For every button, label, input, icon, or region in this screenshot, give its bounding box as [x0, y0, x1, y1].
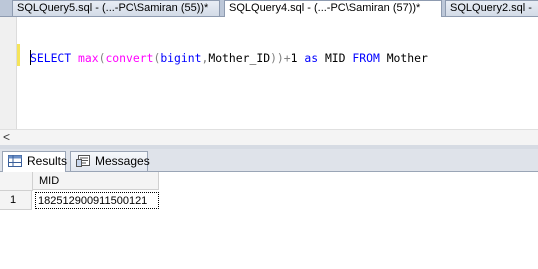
- tab-messages[interactable]: Messages: [70, 151, 150, 171]
- alias-name: MID: [324, 51, 346, 65]
- plus-operator: +: [283, 51, 291, 65]
- grid-icon: [8, 155, 22, 167]
- unsaved-change-marker: [17, 44, 20, 66]
- keyword-from: FROM: [352, 51, 380, 65]
- function-max: max: [78, 51, 99, 65]
- results-tab-bar: Results Messages: [0, 149, 538, 172]
- messages-icon: [76, 155, 90, 167]
- grid-cell[interactable]: 182512900911500121: [35, 192, 159, 209]
- tab-messages-label: Messages: [95, 154, 150, 168]
- row-header[interactable]: 1: [0, 191, 32, 210]
- tab-sqlquery2[interactable]: SQLQuery2.sql -: [445, 0, 538, 16]
- document-tab-strip: SQLQuery5.sql - (...-PC\Samiran (55))* S…: [0, 0, 538, 17]
- grid-corner[interactable]: [0, 172, 33, 191]
- paren-close: )): [270, 51, 284, 65]
- tab-results-label: Results: [27, 154, 68, 168]
- literal-one: 1: [290, 51, 298, 65]
- keyword-as: as: [304, 51, 319, 65]
- editor-gutter: [0, 17, 17, 129]
- function-convert: convert: [105, 51, 154, 65]
- tab-results[interactable]: Results: [2, 151, 68, 172]
- tab-sqlquery5[interactable]: SQLQuery5.sql - (...-PC\Samiran (55))*: [12, 0, 220, 16]
- column-name: Mother_ID: [208, 51, 271, 65]
- query-editor[interactable]: SELECT max(convert(bigint,Mother_ID))+1 …: [0, 17, 538, 129]
- results-grid[interactable]: MID 1 182512900911500121: [0, 172, 538, 269]
- tab-sqlquery4[interactable]: SQLQuery4.sql - (...-PC\Samiran (57))*: [224, 0, 442, 17]
- scroll-left-icon[interactable]: <: [3, 130, 10, 145]
- column-header-mid[interactable]: MID: [33, 172, 159, 190]
- keyword-select: SELECT: [30, 51, 72, 65]
- horizontal-scrollbar[interactable]: <: [0, 129, 538, 145]
- type-bigint: bigint: [160, 51, 202, 65]
- table-name: Mother: [386, 51, 428, 65]
- sql-statement[interactable]: SELECT max(convert(bigint,Mother_ID))+1 …: [30, 51, 428, 65]
